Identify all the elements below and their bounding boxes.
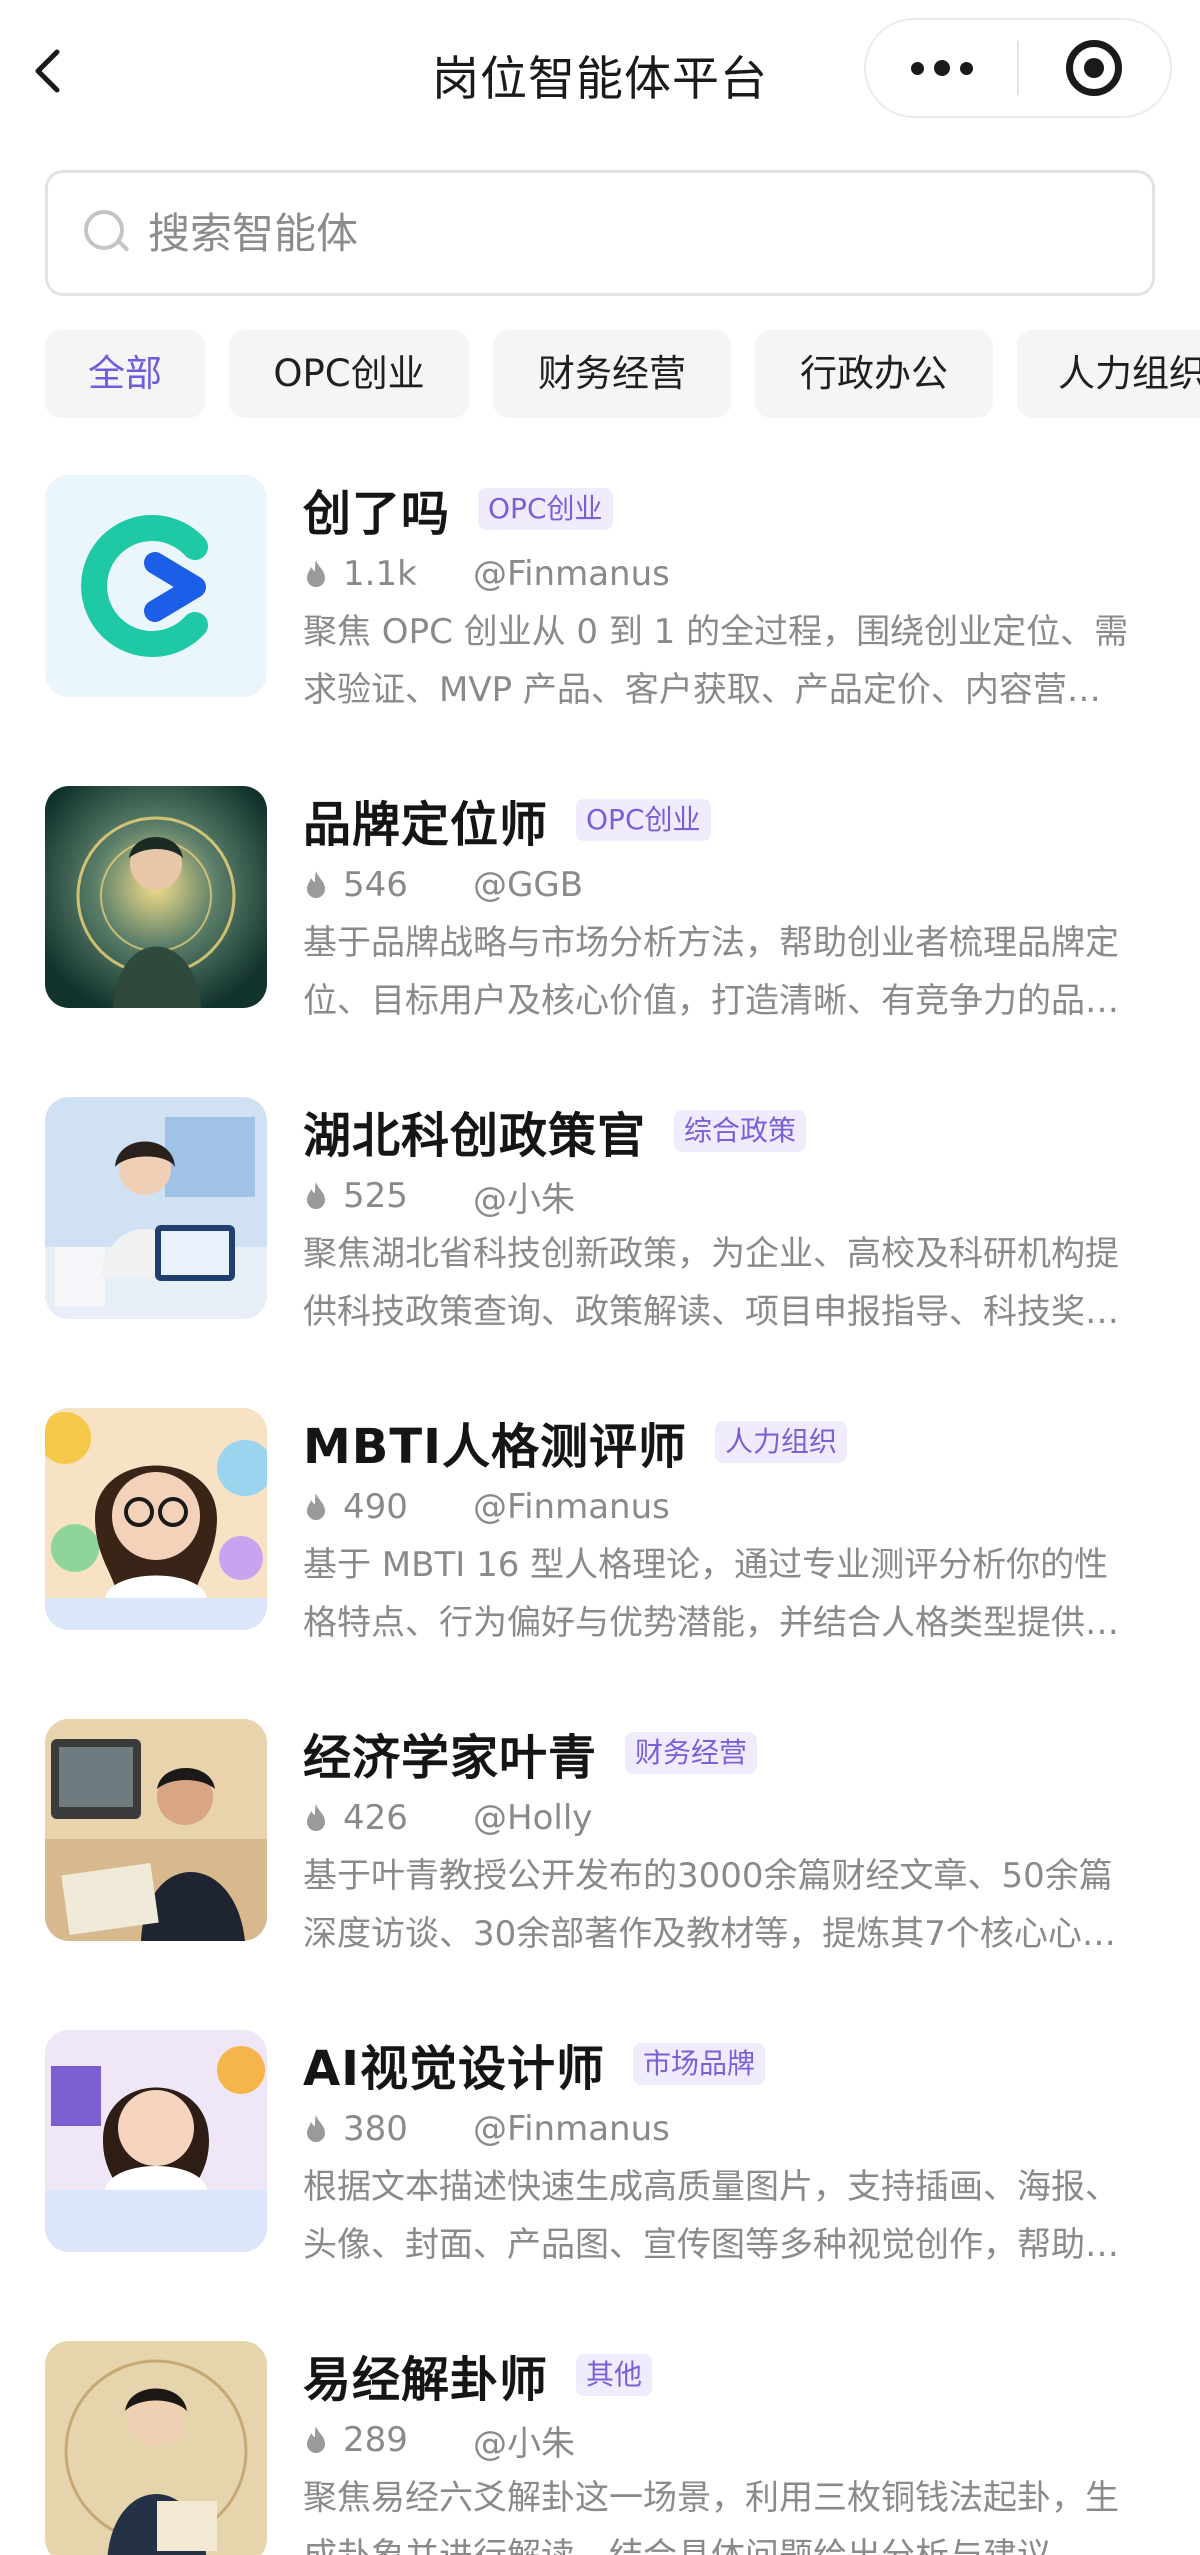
- fire-icon: [307, 1804, 325, 1831]
- category-tag: 市场品牌: [633, 2043, 766, 2085]
- tab-all[interactable]: 全部: [45, 330, 205, 418]
- category-tabs: 全部 OPC创业 财务经营 行政办公 人力组织: [45, 330, 1200, 420]
- author-handle: @小朱: [473, 2423, 575, 2464]
- tab-finance[interactable]: 财务经营: [493, 330, 731, 418]
- popularity-count: 1.1k: [343, 554, 417, 594]
- agent-name: 品牌定位师: [303, 797, 549, 853]
- agent-description: 聚焦易经六爻解卦这一场景，利用三枚铜钱法起卦，生 成卦象并进行解读，结合具体问题…: [303, 2478, 1119, 2555]
- agent-name: 易经解卦师: [303, 2352, 549, 2408]
- author-handle: @GGB: [473, 865, 584, 905]
- fire-icon: [307, 2115, 325, 2142]
- popularity-count: 490: [343, 1487, 408, 1527]
- list-item[interactable]: 易经解卦师 其他 289 @小朱 聚焦易经六爻解卦这一场景，利用三枚铜钱法起卦，…: [45, 2341, 1155, 2555]
- search-input[interactable]: [148, 208, 1048, 258]
- author-handle: @Holly: [473, 1798, 593, 1838]
- more-button[interactable]: [866, 20, 1017, 116]
- category-tag: 人力组织: [714, 1421, 847, 1463]
- agent-description: 聚焦 OPC 创业从 0 到 1 的全过程，围绕创业定位、需 求验证、MVP 产…: [303, 612, 1129, 710]
- agent-portrait-avatar: [45, 786, 267, 1008]
- agent-portrait-avatar: [45, 1097, 267, 1319]
- agent-description: 聚焦湖北省科技创新政策，为企业、高校及科研机构提 供科技政策查询、政策解读、项目…: [303, 1234, 1119, 1332]
- nav-bar: 岗位智能体平台: [0, 0, 1200, 150]
- list-item[interactable]: 经济学家叶青 财务经营 426 @Holly 基于叶青教授公开发布的3000余篇…: [45, 1719, 1155, 2030]
- popularity-count: 525: [343, 1176, 408, 1216]
- fire-icon: [307, 2426, 325, 2453]
- list-item[interactable]: AI视觉设计师 市场品牌 380 @Finmanus 根据文本描述快速生成高质量…: [45, 2030, 1155, 2341]
- tab-opc-startup[interactable]: OPC创业: [229, 330, 469, 418]
- agent-portrait-avatar: [45, 1408, 267, 1630]
- fire-icon: [307, 871, 325, 898]
- popularity-count: 380: [343, 2109, 408, 2149]
- category-tag: OPC创业: [478, 488, 613, 530]
- popularity-count: 289: [343, 2420, 408, 2460]
- author-handle: @Finmanus: [473, 554, 670, 594]
- category-tag: 财务经营: [625, 1732, 758, 1774]
- popularity-count: 426: [343, 1798, 408, 1838]
- agent-name: MBTI人格测评师: [303, 1419, 687, 1475]
- category-tag: OPC创业: [576, 799, 711, 841]
- category-tag: 其他: [576, 2354, 653, 2396]
- mini-program-capsule: [864, 18, 1172, 118]
- agent-list: 创了吗 OPC创业 1.1k @Finmanus 聚焦 OPC 创业从 0 到 …: [45, 475, 1155, 2555]
- fire-icon: [307, 1493, 325, 1520]
- fire-icon: [307, 560, 325, 587]
- agent-description: 基于叶青教授公开发布的3000余篇财经文章、50余篇 深度访谈、30余部著作及教…: [303, 1856, 1116, 1954]
- agent-description: 根据文本描述快速生成高质量图片，支持插画、海报、 头像、封面、产品图、宣传图等多…: [303, 2167, 1119, 2265]
- agent-portrait-avatar: [45, 2030, 267, 2252]
- search-box[interactable]: [45, 170, 1155, 296]
- agent-logo-avatar: [45, 475, 267, 697]
- fire-icon: [307, 1182, 325, 1209]
- more-dots-icon: [910, 61, 924, 75]
- list-item[interactable]: MBTI人格测评师 人力组织 490 @Finmanus 基于 MBTI 16 …: [45, 1408, 1155, 1719]
- tab-hr-org[interactable]: 人力组织: [1017, 330, 1200, 418]
- close-button[interactable]: [1019, 20, 1170, 116]
- agent-description: 基于 MBTI 16 型人格理论，通过专业测评分析你的性 格特点、行为偏好与优势…: [303, 1545, 1119, 1643]
- target-close-icon: [1066, 40, 1123, 96]
- agent-portrait-avatar: [45, 1719, 267, 1941]
- category-tag: 综合政策: [674, 1110, 807, 1152]
- search-icon: [84, 210, 130, 256]
- agent-portrait-avatar: [45, 2341, 267, 2555]
- author-handle: @Finmanus: [473, 1487, 670, 1527]
- author-handle: @小朱: [473, 1179, 575, 1220]
- agent-name: 经济学家叶青: [303, 1730, 598, 1786]
- author-handle: @Finmanus: [473, 2109, 670, 2149]
- tab-admin-office[interactable]: 行政办公: [755, 330, 993, 418]
- list-item[interactable]: 品牌定位师 OPC创业 546 @GGB 基于品牌战略与市场分析方法，帮助创业者…: [45, 786, 1155, 1097]
- popularity-count: 546: [343, 865, 408, 905]
- agent-name: AI视觉设计师: [303, 2041, 606, 2097]
- agent-name: 湖北科创政策官: [303, 1108, 647, 1164]
- list-item[interactable]: 湖北科创政策官 综合政策 525 @小朱 聚焦湖北省科技创新政策，为企业、高校及…: [45, 1097, 1155, 1408]
- agent-description: 基于品牌战略与市场分析方法，帮助创业者梳理品牌定 位、目标用户及核心价值，打造清…: [303, 923, 1119, 1021]
- agent-name: 创了吗: [303, 486, 451, 542]
- list-item[interactable]: 创了吗 OPC创业 1.1k @Finmanus 聚焦 OPC 创业从 0 到 …: [45, 475, 1155, 786]
